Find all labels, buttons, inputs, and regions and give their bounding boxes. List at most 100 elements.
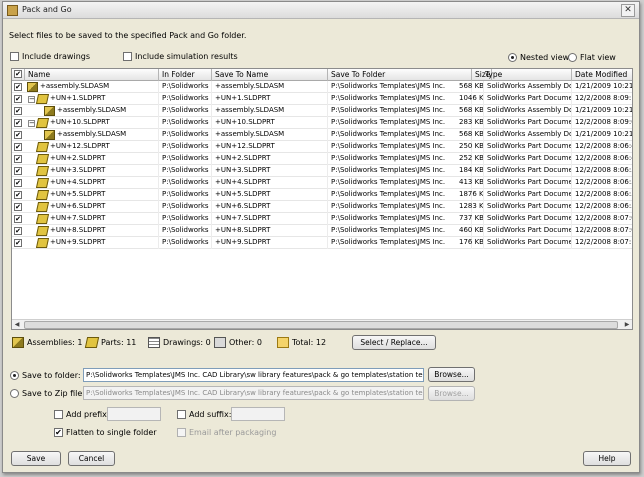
browse-folder-button[interactable]: Browse... <box>428 367 475 382</box>
select-all-header[interactable]: ✔ <box>12 69 25 81</box>
close-button[interactable]: ✕ <box>621 4 635 17</box>
table-row[interactable]: ✔ +UN+7.SLDPRT P:\Solidworks +UN+7.SLDPRT P:… <box>12 213 632 225</box>
row-checkbox[interactable]: ✔ <box>14 167 22 175</box>
save-to-zip-radio[interactable] <box>10 389 19 398</box>
row-checkbox[interactable]: ✔ <box>14 155 22 163</box>
cell-save-to-folder[interactable]: P:\Solidworks Templates\JMS Inc. <box>328 213 472 225</box>
row-checkbox[interactable]: ✔ <box>14 107 22 115</box>
column-header-save-to-name[interactable]: Save To Name <box>212 69 328 81</box>
cell-save-to-folder[interactable]: P:\Solidworks Templates\JMS Inc. <box>328 165 472 177</box>
cell-save-to-name[interactable]: +UN+10.SLDPRT <box>212 117 328 129</box>
title-bar[interactable]: Pack and Go ✕ <box>3 2 639 19</box>
table-row[interactable]: ✔ − +UN+10.SLDPRT P:\Solidworks +UN+10.SLDPR… <box>12 117 632 129</box>
email-after-packaging-checkbox[interactable] <box>177 428 186 437</box>
cell-in-folder: P:\Solidworks <box>159 177 212 189</box>
part-icon <box>35 238 50 248</box>
cell-save-to-folder[interactable]: P:\Solidworks Templates\JMS Inc. <box>328 201 472 213</box>
cell-save-to-folder[interactable]: P:\Solidworks Templates\JMS Inc. <box>328 153 472 165</box>
cell-save-to-name[interactable]: +UN+6.SLDPRT <box>212 201 328 213</box>
column-header-in-folder[interactable]: In Folder <box>159 69 212 81</box>
table-row[interactable]: ✔ +UN+8.SLDPRT P:\Solidworks +UN+8.SLDPRT P:… <box>12 225 632 237</box>
row-checkbox[interactable]: ✔ <box>14 119 22 127</box>
scroll-thumb[interactable] <box>24 321 618 329</box>
row-checkbox[interactable]: ✔ <box>14 95 22 103</box>
include-simulation-checkbox[interactable] <box>123 52 132 61</box>
cell-save-to-name[interactable]: +assembly.SLDASM <box>212 105 328 117</box>
row-checkbox[interactable]: ✔ <box>14 203 22 211</box>
cell-save-to-name[interactable]: +UN+4.SLDPRT <box>212 177 328 189</box>
cell-save-to-name[interactable]: +UN+3.SLDPRT <box>212 165 328 177</box>
scroll-left-icon[interactable]: ◀ <box>12 320 22 329</box>
save-folder-path-input[interactable]: P:\Solidworks Templates\JMS Inc. CAD Lib… <box>83 368 424 382</box>
nested-view-radio[interactable] <box>508 53 517 62</box>
row-checkbox[interactable]: ✔ <box>14 83 22 91</box>
cell-save-to-folder[interactable]: P:\Solidworks Templates\JMS Inc. <box>328 141 472 153</box>
row-checkbox[interactable]: ✔ <box>14 131 22 139</box>
table-row[interactable]: ✔ +UN+4.SLDPRT P:\Solidworks +UN+4.SLDPRT P:… <box>12 177 632 189</box>
cell-save-to-name[interactable]: +UN+2.SLDPRT <box>212 153 328 165</box>
cell-save-to-folder[interactable]: P:\Solidworks Templates\JMS Inc. <box>328 129 472 141</box>
select-all-checkbox[interactable]: ✔ <box>14 70 22 78</box>
column-header-type[interactable]: Type <box>472 69 572 81</box>
part-icon <box>35 202 50 212</box>
row-checkbox[interactable]: ✔ <box>14 143 22 151</box>
row-checkbox[interactable]: ✔ <box>14 227 22 235</box>
cell-save-to-name[interactable]: +assembly.SLDASM <box>212 129 328 141</box>
scroll-right-icon[interactable]: ▶ <box>622 320 632 329</box>
cell-save-to-folder[interactable]: P:\Solidworks Templates\JMS Inc. <box>328 177 472 189</box>
select-replace-button[interactable]: Select / Replace... <box>352 335 436 350</box>
prefix-input[interactable] <box>107 407 161 421</box>
table-row[interactable]: ✔ +UN+12.SLDPRT P:\Solidworks +UN+12.SLDPRT… <box>12 141 632 153</box>
row-checkbox[interactable]: ✔ <box>14 215 22 223</box>
save-to-folder-radio[interactable] <box>10 371 19 380</box>
horizontal-scrollbar[interactable]: ◀ ▶ <box>12 319 632 329</box>
cell-save-to-name[interactable]: +UN+8.SLDPRT <box>212 225 328 237</box>
cell-save-to-name[interactable]: +UN+1.SLDPRT <box>212 93 328 105</box>
cell-size: 1283 KB <box>459 201 484 213</box>
help-button[interactable]: Help <box>583 451 631 466</box>
cell-size: 184 KB <box>459 165 484 177</box>
cell-save-to-folder[interactable]: P:\Solidworks Templates\JMS Inc. <box>328 225 472 237</box>
other-files-icon <box>214 337 226 348</box>
cell-save-to-folder[interactable]: P:\Solidworks Templates\JMS Inc. <box>328 93 472 105</box>
cell-save-to-folder[interactable]: P:\Solidworks Templates\JMS Inc. <box>328 81 472 93</box>
table-row[interactable]: ✔ +UN+6.SLDPRT P:\Solidworks +UN+6.SLDPRT P:… <box>12 201 632 213</box>
cell-save-to-folder[interactable]: P:\Solidworks Templates\JMS Inc. <box>328 189 472 201</box>
include-drawings-checkbox[interactable] <box>10 52 19 61</box>
table-row[interactable]: ✔ +assembly.SLDASM P:\Solidworks +assembly.… <box>12 105 632 117</box>
row-checkbox[interactable]: ✔ <box>14 191 22 199</box>
table-row[interactable]: ✔ − +UN+1.SLDPRT P:\Solidworks +UN+1.SLDPRT P… <box>12 93 632 105</box>
column-header-date-modified[interactable]: Date Modified <box>572 69 632 81</box>
add-suffix-checkbox[interactable] <box>177 410 186 419</box>
table-row[interactable]: ✔ +UN+9.SLDPRT P:\Solidworks +UN+9.SLDPRT P:… <box>12 237 632 249</box>
collapse-tree-icon[interactable]: − <box>28 120 35 127</box>
table-row[interactable]: ✔ +UN+2.SLDPRT P:\Solidworks +UN+2.SLDPRT P:… <box>12 153 632 165</box>
table-row[interactable]: ✔ +assembly.SLDASM P:\Solidworks +assembly.… <box>12 81 632 93</box>
save-zip-path-input[interactable]: P:\Solidworks Templates\JMS Inc. CAD Lib… <box>83 386 424 400</box>
cell-save-to-name[interactable]: +UN+12.SLDPRT <box>212 141 328 153</box>
column-header-name[interactable]: Name <box>25 69 159 81</box>
cell-save-to-folder[interactable]: P:\Solidworks Templates\JMS Inc. <box>328 237 472 249</box>
cancel-button[interactable]: Cancel <box>68 451 115 466</box>
file-list-table[interactable]: ✔ Name In Folder Save To Name Save To Fo… <box>11 68 633 330</box>
add-prefix-checkbox[interactable] <box>54 410 63 419</box>
table-row[interactable]: ✔ +UN+5.SLDPRT P:\Solidworks +UN+5.SLDPRT P:… <box>12 189 632 201</box>
cell-save-to-name[interactable]: +assembly.SLDASM <box>212 81 328 93</box>
cell-save-to-folder[interactable]: P:\Solidworks Templates\JMS Inc. <box>328 117 472 129</box>
cell-save-to-name[interactable]: +UN+5.SLDPRT <box>212 189 328 201</box>
column-header-save-to-folder[interactable]: Save To Folder <box>328 69 472 81</box>
suffix-input[interactable] <box>231 407 285 421</box>
cell-name: +UN+7.SLDPRT <box>25 213 159 225</box>
collapse-tree-icon[interactable]: − <box>28 96 35 103</box>
save-button[interactable]: Save <box>11 451 61 466</box>
cell-save-to-name[interactable]: +UN+7.SLDPRT <box>212 213 328 225</box>
cell-save-to-name[interactable]: +UN+9.SLDPRT <box>212 237 328 249</box>
flatten-folder-checkbox[interactable]: ✔ <box>54 428 63 437</box>
row-checkbox[interactable]: ✔ <box>14 239 22 247</box>
table-row[interactable]: ✔ +UN+3.SLDPRT P:\Solidworks +UN+3.SLDPRT P:… <box>12 165 632 177</box>
row-checkbox[interactable]: ✔ <box>14 179 22 187</box>
table-row[interactable]: ✔ +assembly.SLDASM P:\Solidworks +assembly.… <box>12 129 632 141</box>
browse-zip-button[interactable]: Browse... <box>428 386 475 401</box>
flat-view-radio[interactable] <box>568 53 577 62</box>
cell-save-to-folder[interactable]: P:\Solidworks Templates\JMS Inc. <box>328 105 472 117</box>
